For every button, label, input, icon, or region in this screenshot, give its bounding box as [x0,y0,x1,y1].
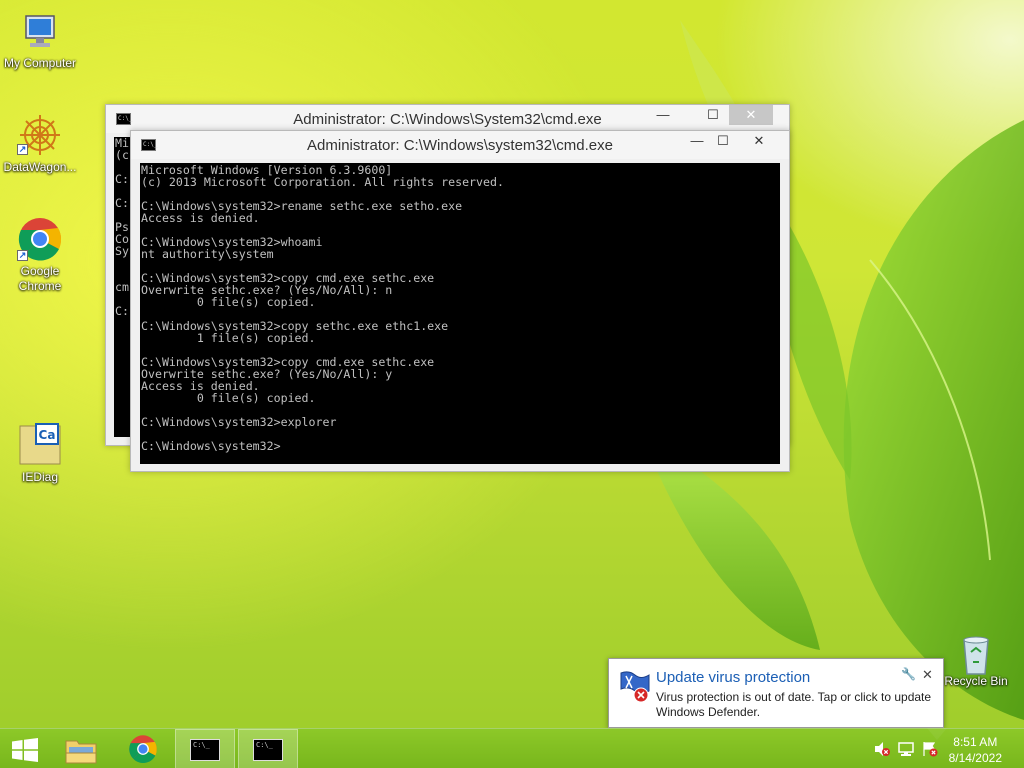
notification-settings-icon[interactable]: 🔧 [901,667,916,681]
desktop-icon-label: My Computer [3,56,77,70]
window-title: Administrator: C:\Windows\System32\cmd.e… [293,111,602,128]
minimize-button[interactable]: — [683,131,711,151]
maximize-button[interactable]: ☐ [699,105,727,125]
windows-logo-icon [12,738,38,762]
virus-protection-notification[interactable]: Update virus protection Virus protection… [608,658,947,740]
start-button[interactable] [0,729,50,768]
desktop-icon-label: Recycle Bin [944,674,1008,688]
close-button[interactable]: ✕ [729,105,773,125]
chrome-icon [129,735,157,764]
desktop-icon-label: DataWagon... [3,160,77,174]
action-center-flag-icon[interactable] [922,741,938,757]
network-icon[interactable] [898,741,914,757]
close-button[interactable]: ✕ [745,131,773,151]
desktop-icon-label: Google Chrome [18,264,62,293]
desktop-icon-datawagon[interactable]: ↗ DataWagon... [0,112,80,175]
taskbar-file-explorer[interactable] [58,729,104,768]
desktop-icon-iediag[interactable]: Ca IEDiag [0,420,80,485]
taskbar-cmd-window-2[interactable]: C:\_ [238,729,298,768]
volume-muted-icon[interactable] [874,741,890,757]
desktop-icon-my-computer[interactable]: My Computer [0,10,80,71]
notification-body: Virus protection is out of date. Tap or … [656,690,932,719]
taskbar: C:\_ C:\_ 8:51 AM 8/14/2022 [0,728,1024,768]
maximize-button[interactable]: ☐ [709,131,737,151]
title-bar[interactable]: C:\_ Administrator: C:\Windows\System32\… [106,105,789,133]
console-output[interactable]: Microsoft Windows [Version 6.3.9600] (c)… [140,163,780,464]
iediag-file-icon: Ca [19,423,61,465]
desktop-icon-recycle-bin[interactable]: Recycle Bin [936,630,1016,689]
recycle-bin-icon [963,636,989,675]
taskbar-google-chrome[interactable] [120,729,166,768]
taskbar-cmd-window-1[interactable]: C:\_ [175,729,235,768]
minimize-button[interactable]: — [649,105,677,125]
desktop-icon-label: IEDiag [21,470,59,484]
notification-close-icon[interactable]: ✕ [922,667,933,683]
folder-icon [65,740,97,764]
clock-date: 8/14/2022 [948,751,1002,765]
notification-title: Update virus protection [656,669,811,686]
svg-text:Ca: Ca [39,428,56,442]
system-clock[interactable]: 8:51 AM 8/14/2022 [949,734,1002,766]
clock-time: 8:51 AM [953,735,998,749]
defender-flag-icon [620,671,650,703]
cmd-icon: C:\_ [190,739,220,761]
cmd-icon: C:\_ [253,739,283,761]
shortcut-arrow-icon: ↗ [17,250,28,261]
computer-icon [25,15,55,47]
cmd-window-front[interactable]: C:\_ Administrator: C:\Windows\system32\… [130,130,790,472]
title-bar[interactable]: C:\_ Administrator: C:\Windows\system32\… [131,131,789,159]
desktop-icon-google-chrome[interactable]: ↗ Google Chrome [0,216,80,294]
shortcut-arrow-icon: ↗ [17,144,28,155]
